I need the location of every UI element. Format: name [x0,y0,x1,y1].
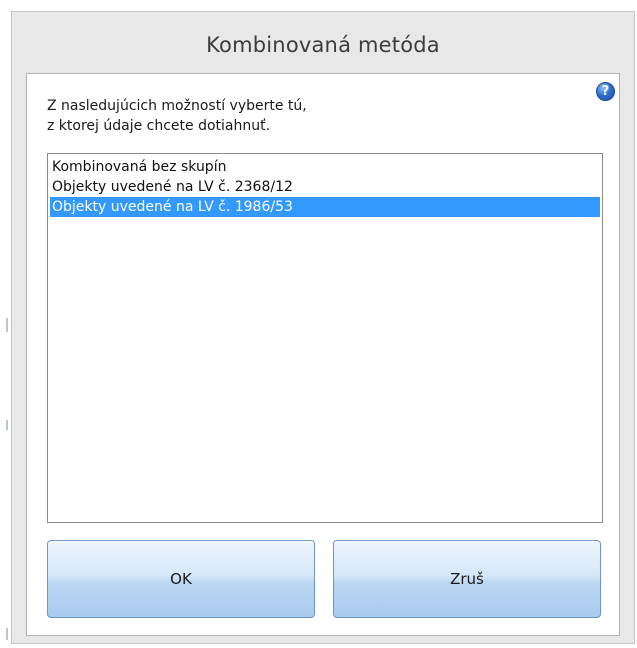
edge-mark [6,318,8,332]
question-mark-icon[interactable]: ? [596,82,615,101]
cancel-button[interactable]: Zruš [333,540,601,618]
ok-button[interactable]: OK [47,540,315,618]
instruction-text: Z nasledujúcich možností vyberte tú, z k… [47,96,307,136]
list-item[interactable]: Objekty uvedené na LV č. 1986/53 [50,197,600,217]
edge-mark [6,628,8,640]
background-edge-marks [6,0,8,648]
edge-mark [6,420,8,430]
combined-method-dialog: Kombinovaná metóda ? Z nasledujúcich mož… [11,11,635,644]
screen: Kombinovaná metóda ? Z nasledujúcich mož… [0,0,637,648]
dialog-content: ? Z nasledujúcich možností vyberte tú, z… [26,73,620,636]
instruction-line-2: z ktorej údaje chcete dotiahnuť. [47,118,271,134]
instruction-line-1: Z nasledujúcich možností vyberte tú, [47,98,307,114]
dialog-titlebar[interactable]: Kombinovaná metóda [12,12,634,74]
dialog-title: Kombinovaná metóda [206,33,440,57]
cancel-button-label: Zruš [450,570,484,588]
ok-button-label: OK [170,570,192,588]
list-item[interactable]: Objekty uvedené na LV č. 2368/12 [50,177,600,197]
options-listbox[interactable]: Kombinovaná bez skupín Objekty uvedené n… [47,153,603,523]
list-item[interactable]: Kombinovaná bez skupín [50,157,600,177]
